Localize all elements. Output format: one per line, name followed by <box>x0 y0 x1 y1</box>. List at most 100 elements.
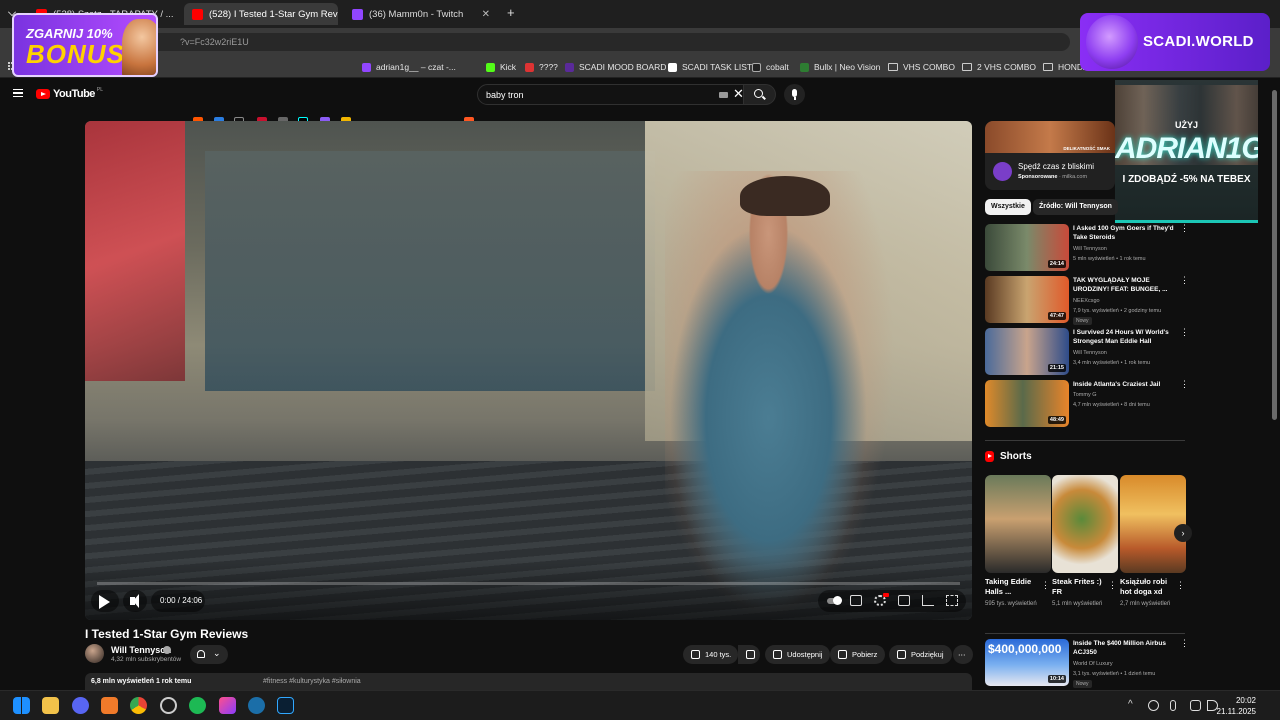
clock[interactable]: 20:02 21.11.2025 <box>1217 695 1256 717</box>
clear-search-icon[interactable]: ✕ <box>733 87 744 101</box>
list-item[interactable]: 24:14 I Asked 100 Gym Goers if They'd Ta… <box>985 224 1190 272</box>
more-options-icon[interactable]: ⋮ <box>1180 276 1189 285</box>
miniplayer-icon[interactable] <box>898 595 910 606</box>
lightroom-icon[interactable] <box>277 697 294 714</box>
bookmark-vhs-combo[interactable]: VHS COMBO <box>888 60 955 74</box>
shorts-next-button[interactable]: › <box>1174 524 1192 542</box>
play-button[interactable] <box>99 595 110 609</box>
ad-sponsor-line: Sponsorowane · milka.com <box>1018 174 1088 180</box>
more-actions-button[interactable]: ⋯ <box>953 645 973 664</box>
close-icon[interactable]: ✕ <box>174 9 181 20</box>
spotify-icon[interactable] <box>189 697 206 714</box>
bookmark-bullx[interactable]: Bullx | Neo Vision <box>800 60 880 74</box>
app-icon[interactable] <box>160 697 177 714</box>
bookmark-cobalt[interactable]: cobalt <box>752 60 789 74</box>
thumbnail-text: $400,000,000 <box>988 642 1062 656</box>
url-field[interactable]: ?v=Fc32w2riE1U <box>30 33 1070 51</box>
thanks-icon <box>897 650 906 659</box>
chip-all[interactable]: Wszystkie <box>985 199 1031 215</box>
bullx-icon <box>800 62 809 72</box>
short-item[interactable]: Książuło robi hot doga xd 2,7 mln wyświe… <box>1120 475 1186 608</box>
volume-icon[interactable] <box>130 594 139 608</box>
sponsored-ad[interactable]: DELIKATNOŚĆ SMAK Spędź czas z bliskimi S… <box>985 121 1115 190</box>
more-options-icon[interactable]: ⋮ <box>1180 380 1189 389</box>
like-button[interactable]: 140 tys. <box>683 645 738 664</box>
video-title: I Survived 24 Hours W/ World's Strongest… <box>1073 329 1169 345</box>
new-tab-button[interactable]: + <box>507 5 515 20</box>
thumbs-down-icon <box>746 650 755 659</box>
display-icon[interactable] <box>1190 700 1201 711</box>
short-title: Steak Frites :) FR <box>1052 577 1102 596</box>
clock-time: 20:02 <box>1235 696 1256 705</box>
video-title: Inside Atlanta's Craziest Jail <box>1073 381 1161 388</box>
folder-icon <box>962 63 972 71</box>
mic-icon[interactable] <box>1170 700 1176 711</box>
windows-start-icon[interactable] <box>13 697 30 714</box>
more-options-icon[interactable]: ⋮ <box>1176 580 1185 591</box>
more-options-icon[interactable]: ⋮ <box>1180 328 1189 337</box>
tab-gym-reviews[interactable]: (528) I Tested 1-Star Gym Review ✕ <box>184 3 338 25</box>
progress-bar[interactable] <box>97 582 960 585</box>
thanks-button[interactable]: Podziękuj <box>889 645 952 664</box>
bookmark-mood-board[interactable]: SCADI MOOD BOARD <box>565 60 666 74</box>
autoplay-toggle-icon[interactable] <box>827 596 842 605</box>
chrome-icon[interactable] <box>130 697 147 714</box>
list-item[interactable]: $400,000,000 10:14 Inside The $400 Milli… <box>985 639 1190 688</box>
twitch-icon <box>352 8 363 20</box>
app-icon[interactable] <box>101 697 118 714</box>
channel-name: Tommy G <box>1073 392 1097 398</box>
short-item[interactable]: Taking Eddie Halls ... 595 tys. wyświetl… <box>985 475 1051 608</box>
steam-icon[interactable] <box>248 697 265 714</box>
more-options-icon[interactable]: ⋮ <box>1180 639 1189 648</box>
download-button[interactable]: Pobierz <box>830 645 886 664</box>
cast-icon[interactable] <box>922 595 934 606</box>
channel-avatar[interactable] <box>85 644 104 663</box>
short-views: 5,1 mln wyświetleń <box>1052 601 1103 607</box>
share-button[interactable]: Udostępnij <box>765 645 831 664</box>
more-options-icon[interactable]: ⋮ <box>1108 580 1117 591</box>
discord-icon[interactable] <box>72 697 89 714</box>
tab-title: (528) I Tested 1-Star Gym Review <box>209 8 338 20</box>
bookmark-adrian[interactable]: adrian1g__ – czat -... <box>362 60 456 74</box>
scroll-thumb[interactable] <box>1272 90 1277 420</box>
dislike-button[interactable] <box>738 645 760 664</box>
more-options-icon[interactable]: ⋮ <box>1180 224 1189 233</box>
video-stats: 4,7 mln wyświetleń • 8 dni temu <box>1073 402 1150 408</box>
hashtags[interactable]: #fitness #kulturystyka #siłownia <box>263 678 361 685</box>
bookmark-2-vhs-combo[interactable]: 2 VHS COMBO <box>962 60 1036 74</box>
file-explorer-icon[interactable] <box>42 697 59 714</box>
keyboard-icon[interactable] <box>719 92 728 98</box>
list-item[interactable]: 48:49 Inside Atlanta's Craziest Jail Tom… <box>985 380 1190 428</box>
voice-search-button[interactable] <box>784 84 805 105</box>
search-input[interactable] <box>486 88 706 102</box>
sync-icon[interactable] <box>1148 700 1159 711</box>
video-player[interactable]: 0:00 / 24:06 <box>85 121 972 620</box>
hamburger-menu-icon[interactable] <box>13 89 23 97</box>
close-icon[interactable]: ✕ <box>476 9 490 20</box>
short-item[interactable]: Steak Frites :) FR 5,1 mln wyświetleń ⋮ <box>1052 475 1118 608</box>
list-item[interactable]: 47:47 TAK WYGLĄDAŁY MOJE URODZINY! FEAT:… <box>985 276 1190 325</box>
list-item[interactable]: 21:15 I Survived 24 Hours W/ World's Str… <box>985 328 1190 376</box>
bookmark-task-list[interactable]: SCADI TASK LIST <box>668 60 752 74</box>
more-options-icon[interactable]: ⋮ <box>1041 580 1050 591</box>
search-button[interactable] <box>744 84 776 105</box>
folder-icon <box>888 63 898 71</box>
shorts-header: Shorts <box>985 451 1032 462</box>
fullscreen-icon[interactable] <box>946 595 958 606</box>
tray-chevron-icon[interactable]: ^ <box>1128 699 1133 710</box>
youtube-logo[interactable]: YouTube PL <box>36 87 103 100</box>
scrollbar[interactable] <box>1270 80 1280 690</box>
code-promo-overlay: UŻYJ ADRIAN1G I ZDOBĄDŹ -5% NA TEBEX <box>1115 80 1258 223</box>
notifications-button[interactable]: ⌄ <box>190 645 228 664</box>
subtitles-icon[interactable] <box>850 595 862 606</box>
tab-twitch[interactable]: (36) Mamm0n - Twitch ✕ <box>344 3 498 25</box>
scadi-brand: SCADI.WORLD <box>1143 33 1254 50</box>
tab-title: (36) Mamm0n - Twitch <box>369 8 464 20</box>
app-icon[interactable] <box>219 697 236 714</box>
settings-gear-icon[interactable] <box>874 593 889 606</box>
bookmark-question[interactable]: ???? <box>525 60 558 74</box>
chip-source[interactable]: Źródło: Will Tennyson <box>1033 199 1118 215</box>
bookmark-kick[interactable]: Kick <box>486 60 516 74</box>
folder-icon <box>1043 63 1053 71</box>
divider <box>985 633 1185 634</box>
